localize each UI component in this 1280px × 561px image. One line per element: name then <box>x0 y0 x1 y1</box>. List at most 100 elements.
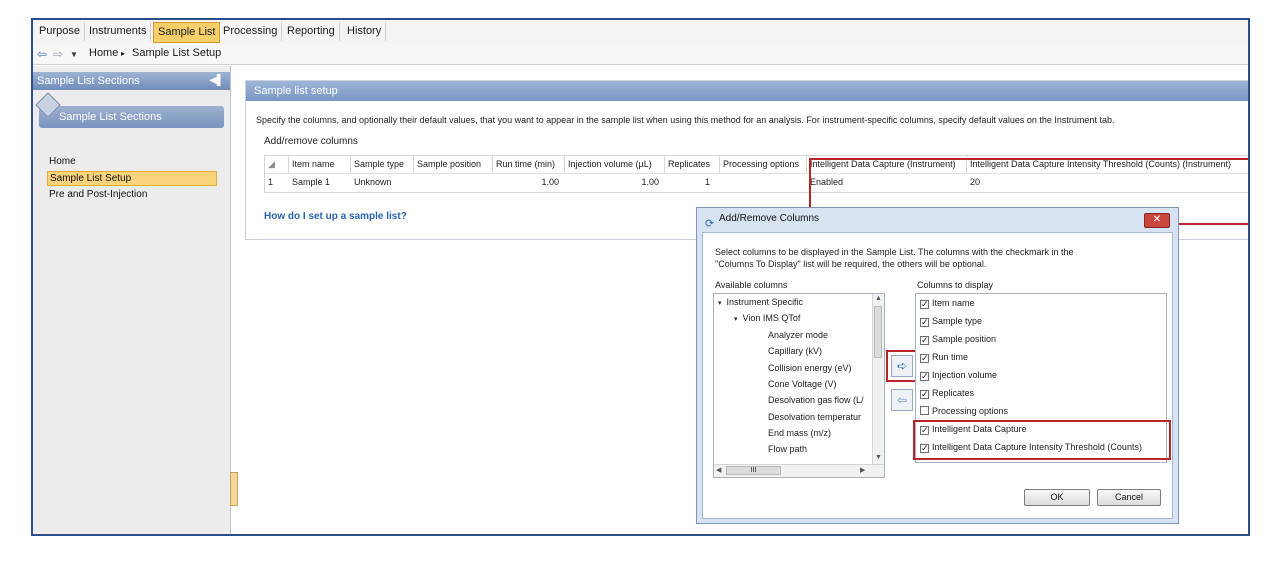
column-header[interactable]: Injection volume (µL) <box>565 156 665 173</box>
tree-node-vion[interactable]: ▾ Vion IMS QTof <box>734 313 800 323</box>
menu-bar: Purpose Instruments Sample List Processi… <box>33 20 1248 45</box>
tree-leaf[interactable]: Collision energy (eV) <box>768 363 852 373</box>
breadcrumb-current: Sample List Setup <box>132 47 222 59</box>
add-remove-columns-button[interactable]: Add/remove columns <box>264 136 358 147</box>
back-arrow-icon[interactable]: ⇦ <box>37 47 47 61</box>
dialog-instructions: Select columns to be displayed in the Sa… <box>715 246 1074 270</box>
display-column-processing-options[interactable]: Processing options <box>920 405 1008 419</box>
nav-item-sample-list-setup[interactable]: Sample List Setup <box>47 171 217 186</box>
scroll-thumb[interactable] <box>874 306 882 358</box>
column-label: Injection volume <box>932 370 998 380</box>
grid-cell[interactable]: 1 <box>665 174 720 191</box>
breadcrumb-separator: ▸ <box>121 49 126 58</box>
left-panel-title: Sample List Sections <box>37 75 140 87</box>
column-label: Run time <box>932 352 969 362</box>
expand-arrow-icon[interactable]: ▾ <box>734 316 738 323</box>
tree-leaf[interactable]: Desolvation gas flow (L/ <box>768 395 864 405</box>
display-column-item-name[interactable]: ✓ Item name <box>920 297 975 311</box>
cancel-button[interactable]: Cancel <box>1097 489 1161 506</box>
checkbox-unchecked-icon[interactable] <box>920 406 929 415</box>
checkbox-checked-icon[interactable]: ✓ <box>920 318 929 327</box>
display-column-sample-type[interactable]: ✓ Sample type <box>920 315 982 329</box>
collapse-panel-icon[interactable]: ◀▌ <box>205 72 224 90</box>
column-header[interactable]: Replicates <box>665 156 720 173</box>
left-panel-header: Sample List Sections ◀▌ <box>33 72 230 90</box>
column-header[interactable]: Processing options <box>720 156 807 173</box>
horizontal-scrollbar[interactable]: ◀ III ▶ <box>714 464 884 477</box>
scroll-thumb[interactable]: III <box>726 466 781 475</box>
checkbox-checked-icon[interactable]: ✓ <box>920 354 929 363</box>
columns-to-display-label: Columns to display <box>917 280 994 290</box>
tree-node-instrument-specific[interactable]: ▾ Instrument Specific <box>718 297 803 307</box>
available-columns-label: Available columns <box>715 280 788 290</box>
tree-leaf[interactable]: Capillary (kV) <box>768 346 822 356</box>
column-header[interactable]: Run time (min) <box>493 156 565 173</box>
history-dropdown-icon[interactable]: ▼ <box>70 50 78 59</box>
grid-cell[interactable] <box>414 174 493 191</box>
dialog-body: Select columns to be displayed in the Sa… <box>702 232 1173 519</box>
sections-group-header[interactable]: Sample List Sections <box>35 92 224 128</box>
highlight-annotation-idc-columns <box>913 420 1171 460</box>
close-icon[interactable]: ✕ <box>1144 213 1170 228</box>
checkbox-checked-icon[interactable]: ✓ <box>920 390 929 399</box>
tree-leaf[interactable]: End mass (m/z) <box>768 428 831 438</box>
checkbox-checked-icon[interactable]: ✓ <box>920 300 929 309</box>
display-column-run-time[interactable]: ✓ Run time <box>920 351 968 365</box>
tree-leaf[interactable]: Analyzer mode <box>768 330 828 340</box>
setup-description: Specify the columns, and optionally thei… <box>256 115 1115 125</box>
column-label: Item name <box>932 298 975 308</box>
main-panel-header: Sample list setup <box>246 81 1248 101</box>
dialog-title-bar[interactable]: ⟳ Add/Remove Columns ✕ <box>697 208 1178 230</box>
tree-node-label: Vion IMS QTof <box>742 313 801 323</box>
forward-arrow-icon[interactable]: ⇨ <box>53 47 63 61</box>
grid-cell[interactable] <box>720 174 807 191</box>
tab-history[interactable]: History <box>343 22 387 41</box>
column-header[interactable]: Sample position <box>414 156 493 173</box>
grid-cell[interactable]: Unknown <box>351 174 414 191</box>
breadcrumb-bar: ⇦ ⇨ ▼ Home ▸ Sample List Setup <box>33 44 1248 65</box>
ok-button[interactable]: OK <box>1024 489 1090 506</box>
column-label: Sample position <box>932 334 997 344</box>
grid-cell[interactable]: 1.00 <box>493 174 565 191</box>
display-column-sample-position[interactable]: ✓ Sample position <box>920 333 996 347</box>
add-remove-columns-dialog: ⟳ Add/Remove Columns ✕ Select columns to… <box>696 207 1179 524</box>
panel-splitter-handle[interactable] <box>230 472 238 506</box>
help-link[interactable]: How do I set up a sample list? <box>264 211 407 222</box>
display-column-injection-volume[interactable]: ✓ Injection volume <box>920 369 997 383</box>
display-column-replicates[interactable]: ✓ Replicates <box>920 387 974 401</box>
column-label: Sample type <box>932 316 983 326</box>
remove-column-arrow-icon[interactable]: ⇦ <box>891 389 913 411</box>
column-header[interactable]: Sample type <box>351 156 414 173</box>
sections-group-label: Sample List Sections <box>59 111 162 123</box>
checkbox-checked-icon[interactable]: ✓ <box>920 336 929 345</box>
vertical-scrollbar[interactable]: ▲ ▼ <box>872 294 884 466</box>
tab-purpose[interactable]: Purpose <box>35 22 85 41</box>
column-label: Processing options <box>932 406 1009 416</box>
column-header[interactable]: Item name <box>289 156 351 173</box>
grid-cell[interactable]: 1.00 <box>565 174 665 191</box>
breadcrumb-home[interactable]: Home <box>89 47 118 59</box>
instruction-line: "Columns To Display" list will be requir… <box>715 259 987 269</box>
instruction-line: Select columns to be displayed in the Sa… <box>715 247 1074 257</box>
dialog-title: Add/Remove Columns <box>719 213 820 224</box>
tab-processing[interactable]: Processing <box>219 22 283 41</box>
nav-item-pre-post-injection[interactable]: Pre and Post-Injection <box>49 188 215 201</box>
expand-arrow-icon[interactable]: ▾ <box>718 300 722 307</box>
tree-leaf[interactable]: Cone Voltage (V) <box>768 379 837 389</box>
left-navigation-panel: Sample List Sections ◀▌ Sample List Sect… <box>33 66 231 534</box>
scroll-right-icon[interactable]: ▶ <box>860 466 865 474</box>
nav-item-home[interactable]: Home <box>49 155 215 168</box>
tree-node-label: Instrument Specific <box>726 297 804 307</box>
highlight-annotation-add-button <box>886 350 918 382</box>
scroll-left-icon[interactable]: ◀ <box>716 466 721 474</box>
checkbox-checked-icon[interactable]: ✓ <box>920 372 929 381</box>
grid-cell[interactable]: Sample 1 <box>289 174 351 191</box>
scroll-down-icon[interactable]: ▼ <box>875 454 882 461</box>
available-columns-list[interactable]: ▾ Instrument Specific ▾ Vion IMS QTof An… <box>713 293 885 478</box>
tab-sample-list[interactable]: Sample List <box>153 22 221 43</box>
tree-leaf[interactable]: Desolvation temperatur <box>768 412 861 422</box>
tab-reporting[interactable]: Reporting <box>283 22 340 41</box>
tree-leaf[interactable]: Flow path <box>768 444 807 454</box>
scroll-up-icon[interactable]: ▲ <box>875 295 882 302</box>
tab-instruments[interactable]: Instruments <box>85 22 152 41</box>
